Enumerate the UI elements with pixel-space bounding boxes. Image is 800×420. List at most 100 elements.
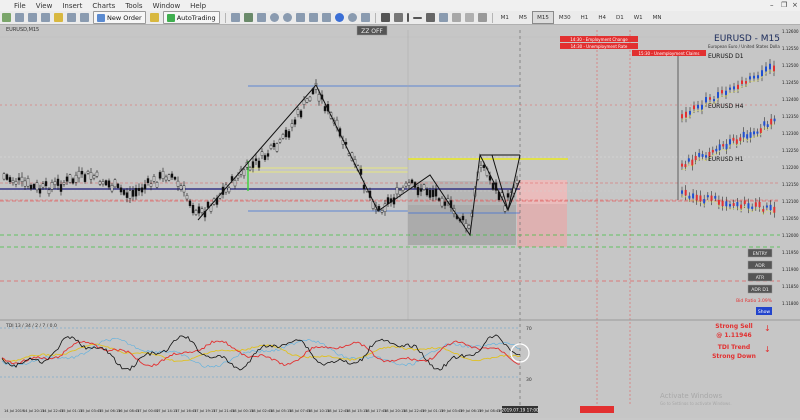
candle-body	[140, 187, 144, 193]
fibonacci-icon[interactable]	[451, 13, 461, 22]
price-tick-label: 1.11950	[782, 250, 799, 255]
vertical-line-icon[interactable]	[406, 13, 409, 22]
data-window-icon[interactable]	[41, 13, 50, 22]
mini-candle	[741, 80, 743, 84]
timeframe-h1[interactable]: H1	[576, 11, 594, 24]
candle-body	[461, 215, 465, 221]
atr-button[interactable]: ATR	[747, 272, 773, 282]
candle-body	[23, 180, 27, 187]
menu-help[interactable]: Help	[190, 2, 206, 10]
candle-body	[77, 170, 81, 179]
text-tool-icon[interactable]	[464, 13, 474, 22]
horizontal-line-icon[interactable]	[412, 16, 422, 19]
candle-body	[257, 160, 261, 168]
mini-candle	[705, 155, 707, 158]
line-chart-icon[interactable]	[256, 13, 266, 22]
zoom-out-icon[interactable]	[282, 13, 292, 22]
adr-d1-button[interactable]: ADR D1	[747, 284, 773, 294]
mini-candle	[753, 75, 755, 79]
trendline-icon[interactable]	[425, 13, 435, 22]
chart-window[interactable]: ZZ OFF EURUSD,M15 14:30 - Employment Cha…	[0, 25, 800, 409]
menu-view[interactable]: View	[36, 2, 53, 10]
market-watch-icon[interactable]	[28, 13, 37, 22]
candle-body	[5, 174, 9, 180]
candle-body	[380, 210, 384, 213]
timeframe-m5[interactable]: M5	[514, 11, 532, 24]
time-labels: 14 Jul 201914 Jul 20:1514 Jul 22:4515 Ju…	[4, 409, 520, 413]
tile-windows-icon[interactable]	[295, 13, 305, 22]
candle-body	[107, 180, 111, 188]
metaeditor-icon[interactable]	[149, 13, 159, 22]
show-button[interactable]: Show	[756, 307, 772, 315]
restore-icon[interactable]: ❐	[781, 1, 787, 9]
mini-candle	[737, 84, 739, 89]
cursor-icon[interactable]	[380, 13, 390, 22]
candle-body	[125, 192, 129, 198]
timeframe-mn[interactable]: MN	[648, 11, 667, 24]
zoom-in-icon[interactable]	[269, 13, 279, 22]
candle-body	[506, 193, 510, 198]
candle-body	[17, 177, 21, 181]
timeframe-h4[interactable]: H4	[593, 11, 611, 24]
candle-body	[305, 98, 309, 103]
mini-candle	[713, 99, 715, 102]
equidistant-channel-icon[interactable]	[438, 13, 448, 22]
candle-body	[92, 175, 96, 179]
candle-body	[251, 161, 255, 168]
mini-candle	[701, 104, 703, 110]
autoscroll-icon[interactable]	[321, 13, 331, 22]
arrows-icon[interactable]	[477, 13, 487, 22]
mini-candle	[681, 163, 683, 167]
crosshair-icon[interactable]	[393, 13, 403, 22]
candle-body	[437, 198, 441, 201]
candle-body	[170, 173, 174, 178]
new-order-button[interactable]: New Order	[93, 11, 146, 24]
adr-button[interactable]: ADR	[747, 260, 773, 270]
mini-candle	[681, 114, 683, 119]
menu-insert[interactable]: Insert	[62, 2, 82, 10]
periods-icon[interactable]	[347, 13, 357, 22]
menu-tools[interactable]: Tools	[125, 2, 142, 10]
mini-candle	[735, 139, 738, 144]
autotrading-button[interactable]: AutoTrading	[162, 11, 220, 24]
price-tick-label: 1.12400	[782, 97, 799, 102]
menu-window[interactable]: Window	[153, 2, 181, 10]
timeframe-m15[interactable]: M15	[532, 11, 554, 24]
entry-button[interactable]: ENTRY	[747, 248, 773, 258]
bar-chart-icon[interactable]	[230, 13, 240, 22]
profiles-icon[interactable]	[15, 13, 24, 22]
mini-candle	[732, 137, 735, 141]
timeframe-d1[interactable]: D1	[611, 11, 629, 24]
minimize-icon[interactable]: –	[770, 1, 774, 9]
mini-candle	[692, 193, 695, 199]
navigator-icon[interactable]	[54, 13, 63, 22]
timeframe-m1[interactable]: M1	[496, 11, 514, 24]
price-tick-label: 1.12300	[782, 131, 799, 136]
candlestick-icon[interactable]	[243, 13, 253, 22]
strategy-tester-icon[interactable]	[80, 13, 89, 22]
close-icon[interactable]: ×	[792, 1, 798, 9]
signal-price: @ 1.11946	[716, 332, 751, 339]
candle-body	[386, 197, 390, 204]
candle-body	[479, 165, 483, 168]
projection-box-top	[517, 180, 567, 204]
zz-off-label: ZZ OFF	[361, 28, 383, 35]
price-tick-label: 1.12600	[782, 29, 799, 34]
price-tick-label: 1.11900	[782, 267, 799, 272]
timeframe-m30[interactable]: M30	[554, 11, 576, 24]
price-chart[interactable]: ZZ OFF EURUSD,M15 14:30 - Employment Cha…	[0, 25, 800, 409]
zz-off-button[interactable]: ZZ OFF	[356, 25, 388, 36]
candle-body	[515, 179, 519, 184]
terminal-icon[interactable]	[67, 13, 76, 22]
timeframe-w1[interactable]: W1	[629, 11, 648, 24]
mini-candle	[710, 195, 713, 201]
menu-file[interactable]: File	[14, 2, 26, 10]
candle-body	[299, 110, 303, 118]
templates-icon[interactable]	[360, 13, 370, 22]
menu-charts[interactable]: Charts	[92, 2, 115, 10]
new-chart-icon[interactable]	[2, 13, 11, 22]
mini-candle	[706, 195, 709, 198]
chart-shift-icon[interactable]	[308, 13, 318, 22]
indicators-icon[interactable]	[334, 13, 344, 22]
candle-body	[104, 180, 108, 186]
